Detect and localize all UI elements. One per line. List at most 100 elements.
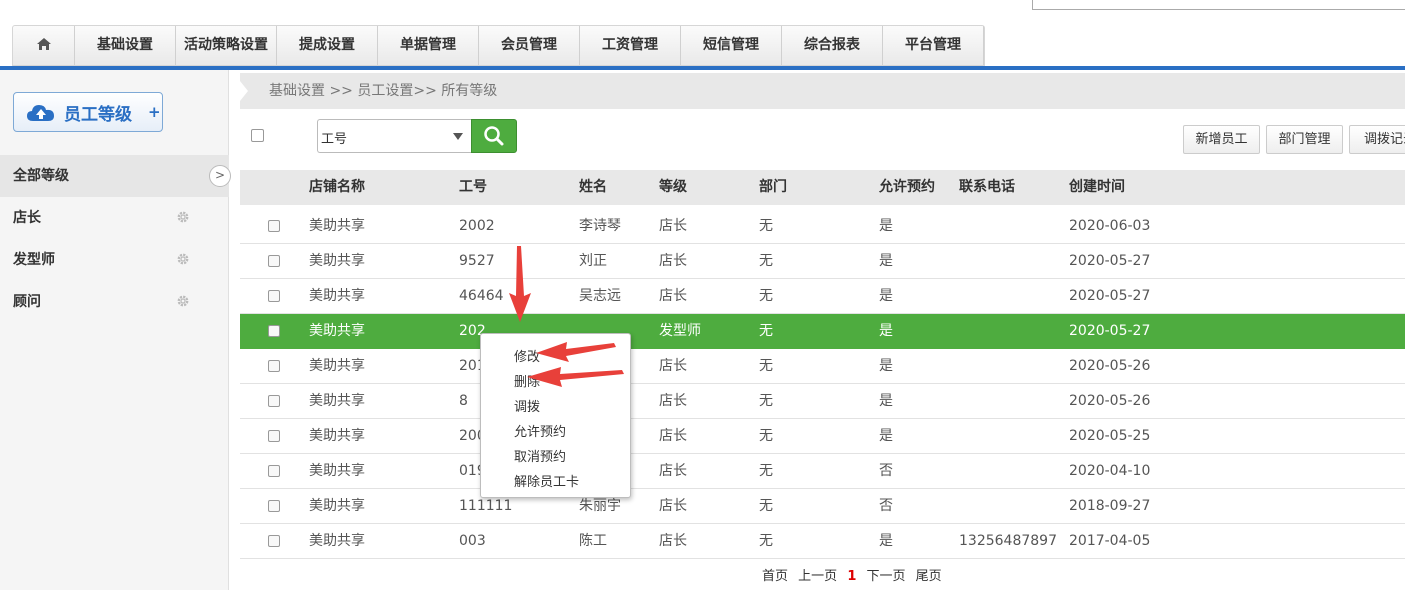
page-last-link[interactable]: 尾页 [916,569,942,584]
table-row[interactable]: 美助共享 201 店长无是 2020-05-26 [240,349,1405,384]
search-field-select[interactable]: 工号 [317,119,471,153]
nav-members[interactable]: 会员管理 [479,26,580,65]
table-row[interactable]: 美助共享 46464 吴志远 店长 无 是 2020-05-27 [240,279,1405,314]
cell-dept: 无 [759,218,773,234]
row-checkbox[interactable] [268,255,280,267]
cell-level: 店长 [659,393,687,409]
cell-level: 店长 [659,218,687,234]
row-checkbox[interactable] [268,290,280,302]
cell-created: 2020-05-27 [1069,288,1151,304]
row-checkbox[interactable] [268,220,280,232]
row-checkbox[interactable] [268,465,280,477]
col-name: 姓名 [579,179,607,195]
row-checkbox[interactable] [268,430,280,442]
cell-level: 店长 [659,498,687,514]
col-booking: 允许预约 [879,179,935,195]
cell-shop: 美助共享 [309,498,365,514]
menu-item-edit[interactable]: 修改 [514,346,540,365]
cell-booking: 是 [879,218,893,234]
chevron-down-icon [453,133,463,140]
table-row[interactable]: 美助共享 200 店长无是 2020-05-25 [240,419,1405,454]
table-row[interactable]: 美助共享 003 陈工 店长 无 是 13256487897 2017-04-05 [240,524,1405,559]
col-shop: 店铺名称 [309,179,365,195]
cell-name: 李诗琴 [579,218,621,234]
table-row[interactable]: 美助共享 111111 朱丽宇 店长无否 2018-09-27 [240,489,1405,524]
cell-dept: 无 [759,393,773,409]
nav-activity-strategy[interactable]: 活动策略设置 [176,26,277,65]
page-first-link[interactable]: 首页 [762,569,788,584]
sidebar-item-consultant[interactable]: 顾问 [0,281,229,323]
row-checkbox[interactable] [268,535,280,547]
page-next-link[interactable]: 下一页 [867,569,906,584]
sidebar-item-stylist[interactable]: 发型师 [0,239,229,281]
row-checkbox[interactable] [268,325,280,337]
cell-name: 陈工 [579,533,607,549]
nav-documents[interactable]: 单据管理 [378,26,479,65]
sidebar-item-store-manager[interactable]: 店长 [0,197,229,239]
cell-booking: 是 [879,533,893,549]
sidebar-item-label: 全部等级 [13,168,69,184]
gear-icon[interactable] [176,294,190,308]
pagination: 首页 上一页 1 下一页 尾页 [762,565,948,584]
col-phone: 联系电话 [959,179,1015,195]
row-checkbox[interactable] [268,395,280,407]
cell-name: 吴志远 [579,288,621,304]
cell-booking: 是 [879,323,893,339]
cell-phone: 13256487897 [959,533,1057,549]
sidebar-collapse-button[interactable]: > [209,165,231,187]
col-level: 等级 [659,179,687,195]
table-row[interactable]: 美助共享 202 发型师无是 2020-05-27 [240,314,1405,349]
gear-icon[interactable] [176,210,190,224]
cell-level: 店长 [659,358,687,374]
nav-reports[interactable]: 综合报表 [782,26,883,65]
cell-created: 2018-09-27 [1069,498,1151,514]
col-dept: 部门 [759,179,787,195]
cell-dept: 无 [759,533,773,549]
menu-item-transfer[interactable]: 调拨 [514,396,540,415]
table-row[interactable]: 美助共享 9527 刘正 店长 无 是 2020-05-27 [240,244,1405,279]
menu-item-unbind-card[interactable]: 解除员工卡 [514,471,579,490]
breadcrumb-arrow-icon [240,81,248,101]
table-row[interactable]: 美助共享 019 店长无否 2020-04-10 [240,454,1405,489]
cell-booking: 是 [879,393,893,409]
cell-id: 9527 [459,253,495,269]
search-button[interactable] [471,119,517,153]
sidebar-item-all-levels[interactable]: 全部等级 [0,155,229,197]
row-checkbox[interactable] [268,500,280,512]
gear-icon[interactable] [176,252,190,266]
sidebar-item-label: 店长 [13,210,41,226]
cell-level: 店长 [659,463,687,479]
nav-home[interactable] [13,26,75,65]
cell-shop: 美助共享 [309,428,365,444]
menu-item-allow-booking[interactable]: 允许预约 [514,421,566,440]
nav-salary[interactable]: 工资管理 [580,26,681,65]
nav-commission[interactable]: 提成设置 [277,26,378,65]
cell-dept: 无 [759,358,773,374]
menu-item-delete[interactable]: 删除 [514,371,540,390]
cell-shop: 美助共享 [309,323,365,339]
page-current: 1 [847,569,857,584]
cell-id: 8 [459,393,468,409]
table-row[interactable]: 美助共享 8 店长 无 是 2020-05-26 [240,384,1405,419]
cell-shop: 美助共享 [309,393,365,409]
department-manage-button[interactable]: 部门管理 [1266,125,1343,154]
cell-created: 2020-06-03 [1069,218,1151,234]
employee-level-button[interactable]: 员工等级 + [13,92,163,132]
cell-dept: 无 [759,463,773,479]
table-row[interactable]: 美助共享 2002 李诗琴 店长 无 是 2020-06-03 [240,209,1405,244]
page-prev-link[interactable]: 上一页 [798,569,837,584]
nav-basic-settings[interactable]: 基础设置 [75,26,176,65]
cell-level: 店长 [659,253,687,269]
add-employee-button[interactable]: 新增员工 [1183,125,1260,154]
cell-id: 2002 [459,218,495,234]
select-all-checkbox[interactable] [251,129,264,142]
home-icon [36,38,51,50]
menu-item-cancel-booking[interactable]: 取消预约 [514,446,566,465]
nav-platform[interactable]: 平台管理 [883,26,984,65]
transfer-records-button[interactable]: 调拨记录 [1349,125,1405,154]
nav-sms[interactable]: 短信管理 [681,26,782,65]
add-level-icon[interactable]: + [148,103,161,121]
cell-level: 店长 [659,533,687,549]
cell-shop: 美助共享 [309,218,365,234]
row-checkbox[interactable] [268,360,280,372]
